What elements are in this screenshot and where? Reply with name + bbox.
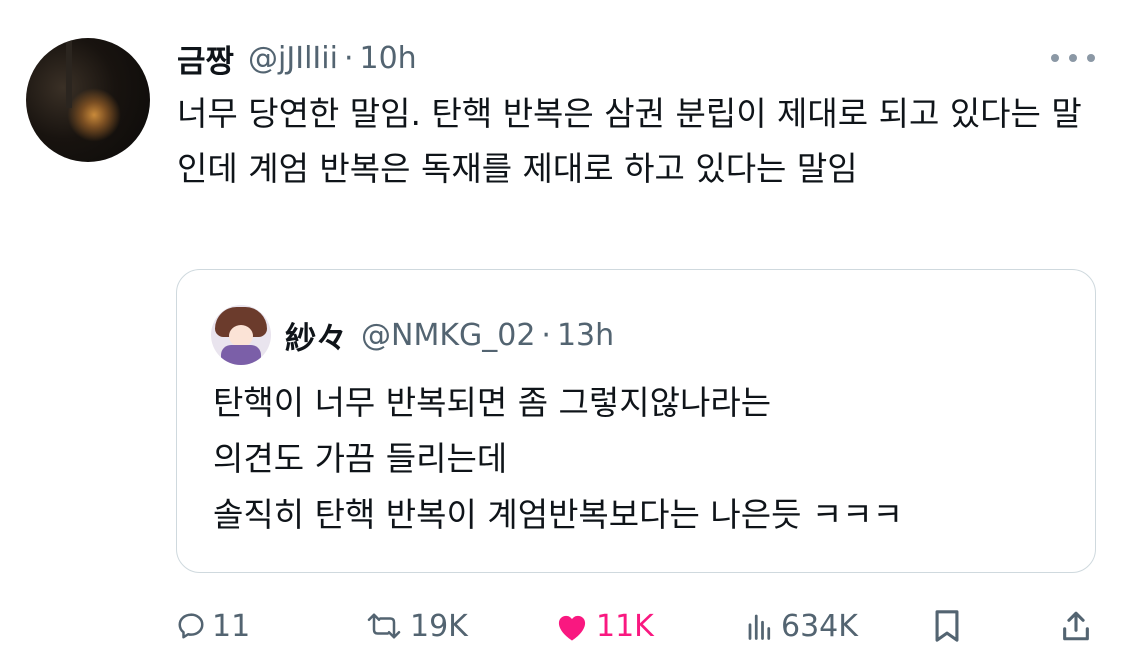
author-handle[interactable]: @jJIlIii — [248, 41, 338, 76]
quoted-text-line: 솔직히 탄핵 반복이 계엄반복보다는 나은듯 ㅋㅋㅋ — [213, 495, 904, 534]
quoted-text-line: 의견도 가끔 들리는데 — [213, 439, 508, 478]
like-count: 11K — [596, 608, 654, 644]
action-bar: 11 19K 11K 634K — [0, 598, 1125, 654]
retweet-count: 19K — [410, 608, 468, 644]
share-icon — [1063, 611, 1089, 641]
tweet-time[interactable]: 10h — [359, 41, 416, 76]
quoted-author-name[interactable]: 紗々 — [285, 313, 347, 358]
tweet-text: 너무 당연한 말임. 탄핵 반복은 삼권 분립이 제대로 되고 있다는 말인데 … — [177, 94, 1082, 188]
quoted-text-line: 탄핵이 너무 반복되면 좀 그렇지않나라는 — [213, 383, 772, 422]
dot-icon — [1051, 54, 1059, 62]
quoted-author-avatar[interactable] — [211, 305, 271, 365]
quoted-tweet-header: 紗々 @NMKG_02 · 13h — [285, 310, 614, 360]
like-button[interactable]: 11K — [554, 598, 654, 654]
retweet-button[interactable]: 19K — [364, 598, 468, 654]
share-button[interactable] — [1060, 598, 1092, 654]
views-icon — [748, 614, 771, 640]
reply-count: 11 — [212, 608, 251, 644]
views-count: 634K — [781, 608, 858, 644]
author-avatar[interactable] — [26, 38, 150, 162]
tweet-header: 금짱 @jJIlIii · 10h — [177, 34, 417, 82]
quoted-tweet-time[interactable]: 13h — [557, 318, 614, 353]
quoted-author-handle[interactable]: @NMKG_02 — [361, 318, 535, 353]
dot-icon — [1069, 54, 1077, 62]
heart-icon — [558, 615, 586, 641]
quoted-tweet-text: 탄핵이 너무 반복되면 좀 그렇지않나라는 의견도 가끔 들리는데 솔직히 탄핵… — [213, 375, 1073, 543]
quoted-tweet[interactable]: 紗々 @NMKG_02 · 13h 탄핵이 너무 반복되면 좀 그렇지않나라는 … — [176, 269, 1096, 573]
separator-dot: · — [541, 317, 551, 353]
bookmark-button[interactable] — [932, 598, 962, 654]
reply-icon — [178, 613, 204, 639]
separator-dot: · — [343, 40, 354, 76]
retweet-icon — [367, 613, 401, 639]
reply-button[interactable]: 11 — [176, 598, 250, 654]
bookmark-icon — [935, 610, 959, 642]
views-button[interactable]: 634K — [745, 598, 858, 654]
more-options-icon[interactable] — [1051, 46, 1095, 70]
author-name[interactable]: 금짱 — [177, 36, 234, 81]
dot-icon — [1087, 54, 1095, 62]
